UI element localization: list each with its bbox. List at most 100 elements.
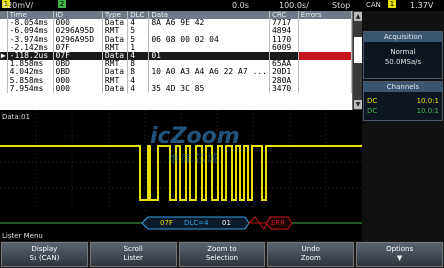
trigger-source: CAN <box>366 1 381 9</box>
cell-data: 35 4D 3C 85 <box>148 84 270 93</box>
softkey-scroll-lister[interactable]: Scroll Lister <box>89 242 177 267</box>
cell-id: 0296A95D <box>53 35 103 44</box>
cell-crc: 4894 <box>269 27 299 36</box>
cell-err <box>298 19 352 28</box>
cell-time: -2.142ms <box>7 43 54 52</box>
cell-crc <box>269 51 299 61</box>
cell-err <box>298 35 352 44</box>
table-row[interactable]: -2.142ms 07F RMT 1 6009 <box>0 43 352 52</box>
waveform-display[interactable]: Data:01 icZoom 维库芯城 07F DLC=4 01 ERR <box>0 110 362 232</box>
scroll-thumb[interactable] <box>354 37 362 63</box>
cell-time: 4.042ms <box>7 68 54 77</box>
cell-err <box>298 27 352 36</box>
status-bar: 1 620mV/ 2 0.0s 100.0s/ Stop CAN 1 1.37V <box>0 0 444 11</box>
softkey-zoom-to-selection[interactable]: Zoom to Selection <box>178 242 266 267</box>
acquisition-title: Acquisition <box>364 32 442 42</box>
softkey-options[interactable]: Options ▼ <box>356 242 443 267</box>
col-time[interactable]: Time <box>7 11 54 20</box>
cell-type: Data <box>102 19 129 28</box>
scroll-down-icon[interactable]: ▼ <box>354 100 362 109</box>
decode-data: 01 <box>222 219 231 227</box>
col-data[interactable]: Data <box>148 11 270 20</box>
scroll-up-icon[interactable]: ▲ <box>354 12 362 21</box>
table-row[interactable]: 4.042ms 0BD Data 8 10 A0 A3 A4 A6 22 A7 ... 2… <box>0 68 352 77</box>
cell-id: 000 <box>53 84 103 93</box>
lister-table[interactable]: Time ID Type DLC Data CRC Errors -8.054m… <box>0 11 352 110</box>
ch2-badge: 2 <box>58 0 66 8</box>
watermark-logo: icZoom <box>150 124 240 149</box>
cell-id: 07F <box>53 51 103 61</box>
col-errors[interactable]: Errors <box>298 11 352 20</box>
table-row[interactable]: -6.094ms 0296A95D RMT 5 4894 <box>0 27 352 36</box>
cell-type: RMT <box>102 43 129 52</box>
lister-scrollbar[interactable]: ▲ ▼ <box>352 11 362 110</box>
col-type[interactable]: Type <box>102 11 129 20</box>
cell-crc: 3470 <box>269 84 299 93</box>
cell-dlc: 8 <box>127 68 150 77</box>
cell-type: RMT <box>102 60 129 69</box>
header-spacer <box>0 11 8 20</box>
table-row[interactable]: 7.954ms 000 Data 4 35 4D 3C 85 3470 <box>0 84 352 93</box>
cell-type: Data <box>102 68 129 77</box>
softkey-display[interactable]: Display S₁ (CAN) <box>1 242 88 267</box>
cell-time: -118.2us <box>7 51 54 61</box>
channels-panel[interactable]: Channels DC 10.0:1 DC 10.0:1 <box>363 81 443 121</box>
cell-dlc: 4 <box>127 84 150 93</box>
softkey-scroll-value: Lister <box>123 254 143 262</box>
trigger-level: 1.37V <box>410 1 434 10</box>
cell-time: 7.954ms <box>7 84 54 93</box>
col-dlc[interactable]: DLC <box>127 11 150 20</box>
table-row[interactable]: -8.054ms 000 Data 4 8A A6 9E 42 7717 <box>0 19 352 28</box>
cell-dlc: 8 <box>127 60 150 69</box>
cell-err <box>298 84 352 93</box>
watermark-subtext: 维库芯城 <box>168 152 220 165</box>
col-crc[interactable]: CRC <box>269 11 299 20</box>
table-row[interactable]: 5.858ms 000 RMT 4 280A <box>0 76 352 85</box>
softkey-undo-value: Zoom <box>300 254 321 262</box>
cell-time: -8.054ms <box>7 19 54 28</box>
softkey-options-label: Options <box>386 245 414 253</box>
channels-title: Channels <box>364 82 442 92</box>
softkey-undo-label: Undo <box>301 245 320 253</box>
cell-data <box>148 76 270 85</box>
cell-err <box>298 51 352 61</box>
softkey-zoom-label: Zoom to <box>207 245 237 253</box>
table-row[interactable]: ▶ -118.2us 07F Data 4 01 <box>0 51 352 61</box>
lister-grid: Time ID Type DLC Data CRC Errors -8.054m… <box>0 11 352 93</box>
lister-header-row: Time ID Type DLC Data CRC Errors <box>0 11 352 20</box>
softkey-undo-zoom[interactable]: Undo Zoom <box>267 242 355 267</box>
chevron-down-icon: ▼ <box>396 254 403 262</box>
acquisition-panel[interactable]: Acquisition Normal 50.0MSa/s <box>363 31 443 79</box>
cell-time: 1.858ms <box>7 60 54 69</box>
table-row[interactable]: -3.974ms 0296A95D Data 5 06 08 00 02 04 1170 <box>0 35 352 44</box>
col-id[interactable]: ID <box>53 11 103 20</box>
cell-id: 07F <box>53 43 103 52</box>
channel-2-coupling: DC <box>367 107 378 115</box>
row-marker <box>0 60 8 69</box>
cell-time: -3.974ms <box>7 35 54 44</box>
decode-bus <box>0 216 362 230</box>
decode-id: 07F <box>160 219 173 227</box>
cell-data <box>148 27 270 36</box>
cell-type: RMT <box>102 76 129 85</box>
time-scale: 100.0s/ <box>279 1 309 10</box>
cell-data: 06 08 00 02 04 <box>148 35 270 44</box>
trigger-ch-badge: 1 <box>388 0 396 8</box>
row-marker <box>0 19 8 28</box>
channel-2-probe: 10.0:1 <box>416 107 439 115</box>
row-selected-arrow-icon: ▶ <box>0 51 8 61</box>
cell-err <box>298 43 352 52</box>
decode-error: ERR <box>271 219 286 227</box>
channel-1-probe: 10.0:1 <box>416 97 439 105</box>
cell-crc: 7717 <box>269 19 299 28</box>
softkey-bar: Display S₁ (CAN) Scroll Lister Zoom to Sele… <box>0 241 444 268</box>
cell-id: 0BD <box>53 60 103 69</box>
row-marker <box>0 84 8 93</box>
table-row[interactable]: 1.858ms 0BD RMT 8 65AA <box>0 60 352 69</box>
cell-time: 5.858ms <box>7 76 54 85</box>
row-marker <box>0 68 8 77</box>
cell-dlc: 4 <box>127 19 150 28</box>
decode-dlc: DLC=4 <box>184 219 209 227</box>
acquisition-mode: Normal <box>390 48 416 56</box>
cell-dlc: 1 <box>127 43 150 52</box>
